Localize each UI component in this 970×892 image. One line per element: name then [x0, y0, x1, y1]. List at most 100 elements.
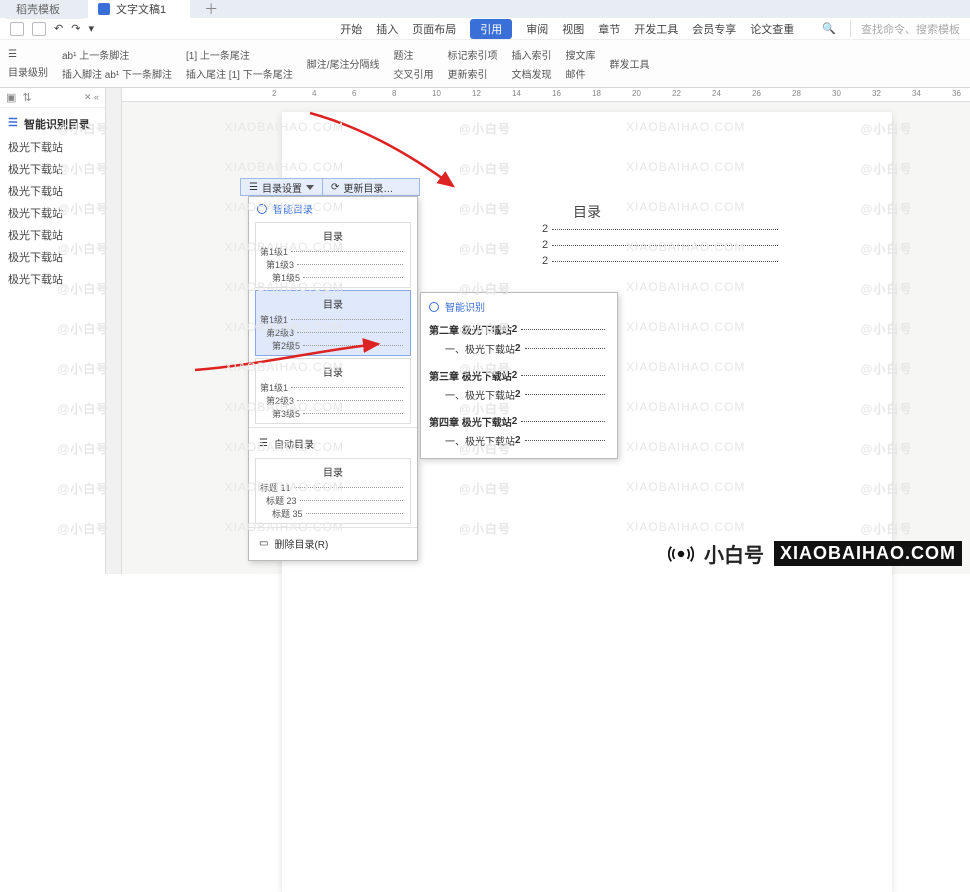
doc-toc-line: 2	[542, 222, 782, 236]
smart-icon	[257, 204, 267, 214]
preview-row: 一、极光下载站2	[427, 385, 611, 404]
ribbon-label: 更新索引	[447, 66, 497, 81]
smart-toc-header[interactable]: 智能目录	[249, 197, 417, 220]
menu-item[interactable]: 会员专享	[692, 21, 736, 37]
collapse-icon[interactable]: ▣	[6, 91, 16, 104]
ribbon-separator[interactable]: 脚注/尾注分隔线	[307, 56, 380, 71]
brand-badge: 小白号 XIAOBAIHAO.COM	[668, 539, 962, 568]
ribbon-label: ab¹ 上一条脚注	[62, 47, 172, 62]
list-icon: ☰	[259, 438, 268, 449]
tab-label: 稻壳模板	[16, 1, 60, 17]
search-icon: 🔍	[822, 22, 836, 35]
close-icon[interactable]: ✕ «	[84, 92, 99, 103]
menu-item[interactable]: 开始	[340, 21, 362, 37]
toc-settings-button[interactable]: ☰ 目录设置	[241, 180, 322, 195]
doc-toc-line: 2	[542, 254, 782, 268]
toc-style-option[interactable]: 目录标题 11标题 23标题 35	[255, 458, 411, 524]
qa-button[interactable]	[32, 22, 46, 36]
preview-row: 一、极光下载站2	[427, 339, 611, 358]
ribbon-label: 搜文库	[565, 47, 595, 62]
ribbon-label: 插入尾注 [1] 下一条尾注	[186, 66, 293, 81]
outline-item[interactable]: 极光下载站	[0, 202, 105, 224]
expand-icon[interactable]: ⇅	[22, 91, 31, 104]
quick-access: ↶ ↷ ▾	[10, 22, 94, 36]
outline-title: 智能识别目录	[0, 108, 105, 136]
menu-item-references[interactable]: 引用	[470, 19, 512, 39]
new-tab-button[interactable]: ＋	[204, 0, 218, 19]
doc-toc-line: 2	[542, 238, 782, 252]
ribbon-insert-index[interactable]: 插入索引 文档发现	[511, 47, 551, 81]
auto-toc-label: 自动目录	[274, 436, 314, 451]
horizontal-ruler: 246810121416182022242628303234363840	[122, 88, 970, 102]
preview-row: 第三章 极光下载站2	[427, 366, 611, 385]
toc-settings-label: 目录设置	[262, 180, 302, 195]
menu-item[interactable]: 插入	[376, 21, 398, 37]
brand-en: XIAOBAIHAO.COM	[774, 541, 962, 566]
ribbon-footnote[interactable]: ab¹ 上一条脚注 插入脚注 ab¹ 下一条脚注	[62, 47, 172, 81]
toc-style-option[interactable]: 目录第1级1第2级3第2级5	[255, 290, 411, 356]
remove-toc-button[interactable]: ▭ 删除目录(R)	[249, 531, 417, 556]
remove-icon: ▭	[259, 538, 268, 549]
tab-label: 文字文稿1	[116, 1, 166, 17]
outline-item[interactable]: 极光下载站	[0, 268, 105, 290]
ribbon-label: 交叉引用	[393, 66, 433, 81]
ribbon-label: 脚注/尾注分隔线	[307, 56, 380, 71]
ribbon: ☰ 目录级别 ab¹ 上一条脚注 插入脚注 ab¹ 下一条脚注 [1] 上一条尾…	[0, 40, 970, 88]
smart-icon	[429, 302, 439, 312]
refresh-icon: ⟳	[331, 182, 339, 193]
menu-item[interactable]: 论文查重	[750, 21, 794, 37]
menu-item[interactable]: 页面布局	[412, 21, 456, 37]
preview-row: 第四章 极光下载站2	[427, 412, 611, 431]
menu-item[interactable]: 开发工具	[634, 21, 678, 37]
outline-panel: ▣ ⇅ ✕ « 智能识别目录 极光下载站极光下载站极光下载站极光下载站极光下载站…	[0, 88, 106, 574]
ribbon-caption[interactable]: 题注 交叉引用	[393, 47, 433, 81]
menu-item[interactable]: 审阅	[526, 21, 548, 37]
ribbon-mass-send[interactable]: 群发工具	[609, 56, 649, 71]
preview-row: 一、极光下载站2	[427, 431, 611, 450]
vertical-ruler	[106, 88, 122, 574]
outline-item[interactable]: 极光下载站	[0, 246, 105, 268]
qa-button[interactable]: ↶	[54, 22, 63, 36]
tab-document[interactable]: 文字文稿1	[88, 0, 190, 19]
outline-item[interactable]: 极光下载站	[0, 158, 105, 180]
preview-row: 第二章 极光下载站2	[427, 320, 611, 339]
ribbon-label: 插入脚注 ab¹ 下一条脚注	[62, 66, 172, 81]
outline-controls: ▣ ⇅ ✕ «	[0, 88, 105, 108]
update-toc-button[interactable]: ⟳ 更新目录…	[323, 180, 401, 195]
toc-style-option[interactable]: 目录第1级1第2级3第3级5	[255, 358, 411, 424]
ribbon-endnote[interactable]: [1] 上一条尾注 插入尾注 [1] 下一条尾注	[186, 47, 293, 81]
auto-toc-header[interactable]: ☰ 自动目录	[249, 431, 417, 456]
brand-cn: 小白号	[704, 539, 764, 568]
chevron-down-icon	[306, 185, 314, 190]
menu-item[interactable]: 视图	[562, 21, 584, 37]
remove-toc-label: 删除目录(R)	[274, 536, 328, 551]
ribbon-label: 题注	[393, 47, 433, 62]
qa-button[interactable]: ↷	[71, 22, 80, 36]
tab-bar: 稻壳模板 文字文稿1 ＋	[0, 0, 970, 18]
ribbon-label: 目录级别	[8, 64, 48, 79]
ribbon-label: 文档发现	[511, 66, 551, 81]
outline-item[interactable]: 极光下载站	[0, 136, 105, 158]
menu-bar: ↶ ↷ ▾ 开始 插入 页面布局 引用 审阅 视图 章节 开发工具 会员专享 论…	[0, 18, 970, 40]
menu-item[interactable]: 章节	[598, 21, 620, 37]
ribbon-search-lib[interactable]: 搜文库 邮件	[565, 47, 595, 81]
ribbon-toc-level[interactable]: ☰ 目录级别	[8, 49, 48, 79]
outline-item[interactable]: 极光下载站	[0, 180, 105, 202]
toc-control-bar: ☰ 目录设置 ⟳ 更新目录…	[240, 178, 420, 196]
preview-header: 智能识别	[427, 297, 611, 320]
update-toc-label: 更新目录…	[343, 180, 393, 195]
toc-dropdown: 智能目录 目录第1级1第1级3第1级5目录第1级1第2级3第2级5目录第1级1第…	[248, 196, 418, 561]
ribbon-index[interactable]: 标记索引项 更新索引	[447, 47, 497, 81]
search-hint[interactable]: 查找命令、搜索模板	[850, 21, 960, 37]
ribbon-label: 邮件	[565, 66, 595, 81]
ribbon-label: 群发工具	[609, 56, 649, 71]
ribbon-label: [1] 上一条尾注	[186, 47, 293, 62]
qa-button[interactable]: ▾	[88, 22, 94, 36]
toc-preview-flyout: 智能识别 第二章 极光下载站2一、极光下载站2第三章 极光下载站2一、极光下载站…	[420, 292, 618, 459]
outline-item[interactable]: 极光下载站	[0, 224, 105, 246]
ribbon-label: 标记索引项	[447, 47, 497, 62]
smart-toc-label: 智能目录	[273, 201, 313, 216]
toc-style-option[interactable]: 目录第1级1第1级3第1级5	[255, 222, 411, 288]
tab-template[interactable]: 稻壳模板	[6, 0, 84, 19]
qa-button[interactable]	[10, 22, 24, 36]
